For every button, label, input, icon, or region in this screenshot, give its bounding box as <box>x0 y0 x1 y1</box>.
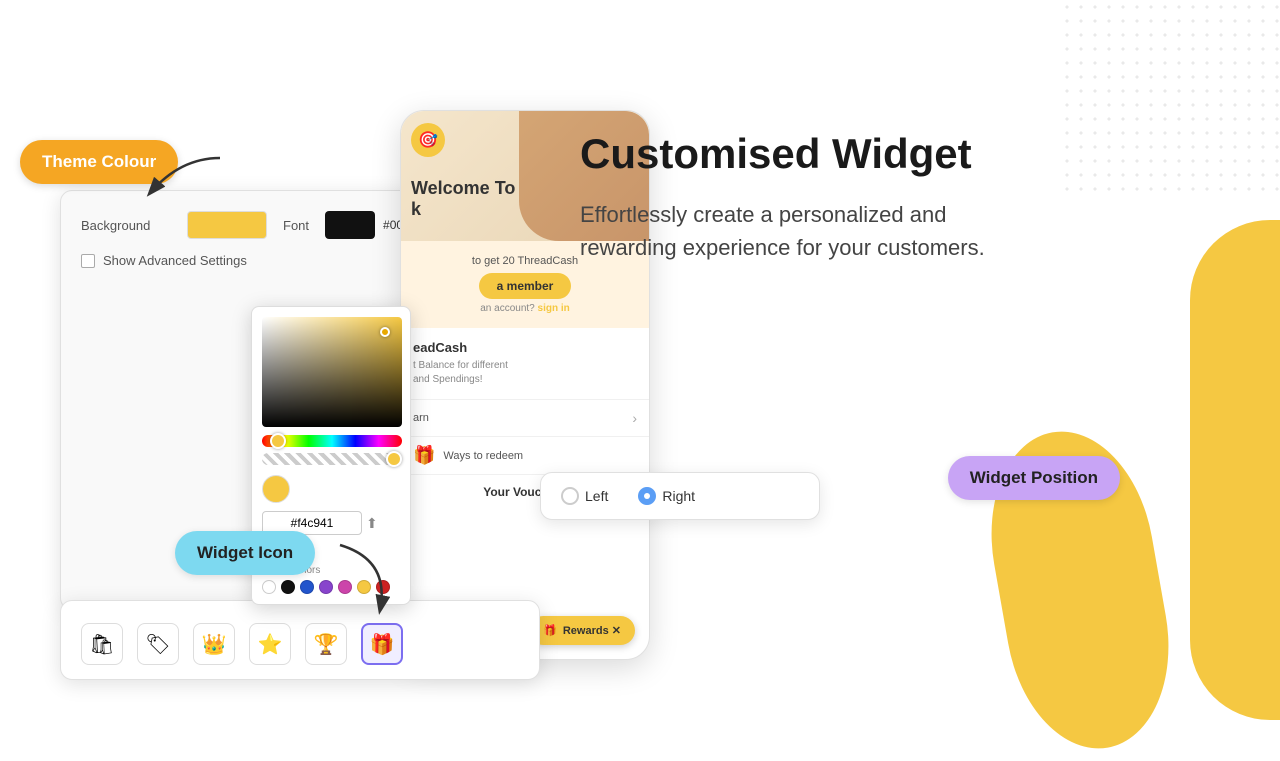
widget-position-badge: Widget Position <box>948 456 1120 500</box>
page-title: Customised Widget <box>580 130 1000 178</box>
threadcash-title: eadCash <box>413 340 637 355</box>
icon-option-bag[interactable]: 🛍 <box>81 623 123 665</box>
icon-picker-row: 🛍 🏷 👑 ⭐ 🏆 🎁 <box>81 623 519 665</box>
learn-row[interactable]: arn › <box>401 400 649 437</box>
widget-position-panel: Left Right <box>540 472 820 520</box>
threadcash-desc: t Balance for differentand Spendings! <box>413 359 637 387</box>
gradient-cursor[interactable] <box>380 327 390 337</box>
learn-arrow: › <box>632 410 637 426</box>
dot-pattern <box>1060 0 1280 200</box>
icon-option-gift[interactable]: 🎁 <box>361 623 403 665</box>
icon-picker-panel: 🛍 🏷 👑 ⭐ 🏆 🎁 <box>60 600 540 680</box>
position-left-label: Left <box>585 488 608 504</box>
rewards-icon: 🎁 <box>543 624 557 637</box>
signup-button[interactable]: a member <box>479 273 572 299</box>
mobile-logo: 🎯 <box>411 123 445 157</box>
icon-option-crown[interactable]: 👑 <box>193 623 235 665</box>
learn-text: arn <box>413 412 429 424</box>
preset-white[interactable] <box>262 580 276 594</box>
icon-option-star[interactable]: ⭐ <box>249 623 291 665</box>
font-label: Font <box>283 218 309 233</box>
ways-row: 🎁 Ways to redeem <box>401 437 649 475</box>
theme-colour-badge: Theme Colour <box>20 140 178 184</box>
opacity-bar[interactable] <box>262 453 402 465</box>
preset-yellow[interactable] <box>357 580 371 594</box>
advanced-settings-label: Show Advanced Settings <box>103 253 247 268</box>
radio-left[interactable] <box>561 487 579 505</box>
position-left-option[interactable]: Left <box>561 487 608 505</box>
welcome-text: Welcome To k <box>411 178 515 221</box>
widget-icon-badge: Widget Icon <box>175 531 315 575</box>
hex-increment[interactable]: ⬆ <box>366 515 378 532</box>
preset-black[interactable] <box>281 580 295 594</box>
preset-red[interactable] <box>376 580 390 594</box>
yellow-wave <box>1190 220 1280 720</box>
position-right-option[interactable]: Right <box>638 487 695 505</box>
background-label: Background <box>81 218 171 233</box>
rewards-button[interactable]: 🎁 Rewards ✕ <box>529 616 635 645</box>
radio-right[interactable] <box>638 487 656 505</box>
threadcash-section: eadCash t Balance for differentand Spend… <box>401 328 649 400</box>
color-preview-row <box>262 475 400 503</box>
position-right-label: Right <box>662 488 695 504</box>
icon-option-tag[interactable]: 🏷 <box>137 623 179 665</box>
advanced-checkbox[interactable] <box>81 254 95 268</box>
preset-blue[interactable] <box>300 580 314 594</box>
signin-link[interactable]: sign in <box>538 303 570 314</box>
background-color-swatch[interactable] <box>187 211 267 239</box>
hue-bar[interactable] <box>262 435 402 447</box>
preset-colors-row <box>262 580 400 594</box>
rewards-label: Rewards ✕ <box>563 624 621 637</box>
opacity-cursor[interactable] <box>386 451 402 467</box>
preset-pink[interactable] <box>338 580 352 594</box>
font-color-swatch[interactable] <box>325 211 375 239</box>
signin-text: an account? sign in <box>415 303 635 314</box>
ways-text: Ways to redeem <box>443 450 523 462</box>
icon-option-trophy[interactable]: 🏆 <box>305 623 347 665</box>
right-section: Customised Widget Effortlessly create a … <box>580 130 1000 264</box>
page-description: Effortlessly create a personalized and r… <box>580 198 1000 264</box>
font-color-swatch-container: #000 <box>325 211 410 239</box>
preset-purple[interactable] <box>319 580 333 594</box>
color-gradient[interactable] <box>262 317 402 427</box>
color-preview-circle <box>262 475 290 503</box>
hue-cursor[interactable] <box>270 433 286 449</box>
ways-icon: 🎁 <box>413 445 435 466</box>
